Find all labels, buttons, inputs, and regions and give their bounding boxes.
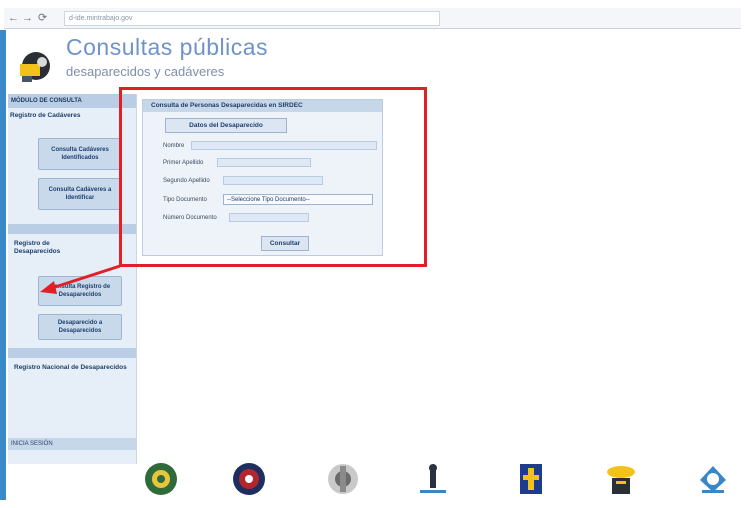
consulta-cadaveres-a-identificar-button[interactable]: Consulta Cadáveres a Identificar <box>38 178 122 210</box>
fuerza-aerea-logo-icon <box>233 463 265 495</box>
forward-icon[interactable]: → <box>22 11 33 25</box>
back-icon[interactable]: ← <box>8 11 19 25</box>
sidebar-heading: MÓDULO DE CONSULTA <box>8 94 136 108</box>
page-subtitle: desaparecidos y cadáveres <box>66 64 225 79</box>
consulta-registro-desaparecidos-button[interactable]: Consulta Registro de Desaparecidos <box>38 276 122 306</box>
login-link[interactable]: INICIA SESIÓN <box>8 438 136 450</box>
highlight-box <box>119 87 427 267</box>
policia-nacional-logo-icon <box>145 463 177 495</box>
page: ← → ⟳ d-ide.mintrabajo.gov Consultas púb… <box>0 0 747 508</box>
reload-icon[interactable]: ⟳ <box>38 11 47 25</box>
fiscalia-logo-icon <box>520 464 542 494</box>
registraduria-logo-icon <box>607 466 635 494</box>
desaparecido-a-desaparecidos-button[interactable]: Desaparecido a Desaparecidos <box>38 314 122 340</box>
medicina-legal-logo-icon <box>420 464 446 493</box>
site-header: Consultas públicas desaparecidos y cadáv… <box>8 32 743 88</box>
sidebar-divider-2 <box>8 348 136 358</box>
page-title: Consultas públicas <box>66 34 269 60</box>
sidebar-divider <box>8 224 136 234</box>
defensoria-logo-icon <box>700 466 726 493</box>
sidebar: MÓDULO DE CONSULTA Registro de Cadáveres… <box>8 94 137 464</box>
consulta-cadaveres-identificados-button[interactable]: Consulta Cadáveres Identificados <box>38 138 122 170</box>
browser-toolbar: ← → ⟳ d-ide.mintrabajo.gov <box>4 8 741 29</box>
footer-logos <box>136 456 747 502</box>
ejercito-logo-icon <box>328 464 358 494</box>
site-logo-icon <box>20 52 50 82</box>
sidebar-section-cadaveres[interactable]: Registro de Cadáveres <box>10 112 134 120</box>
sidebar-section-desaparecidos[interactable]: Registro de Desaparecidos <box>14 240 84 256</box>
window-edge <box>0 30 6 500</box>
address-bar[interactable]: d-ide.mintrabajo.gov <box>64 11 440 26</box>
sidebar-section-registro-nacional[interactable]: Registro Nacional de Desaparecidos <box>14 364 132 372</box>
